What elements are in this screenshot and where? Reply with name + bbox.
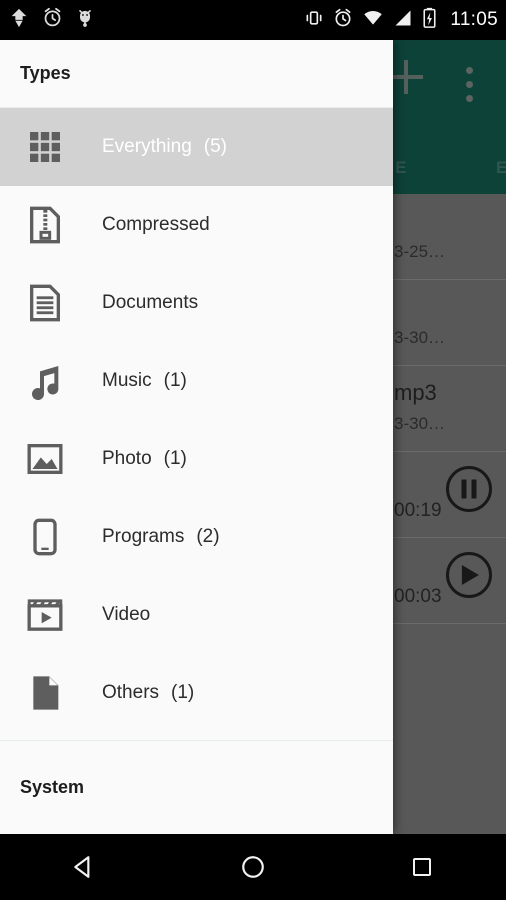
status-bar-clock: 11:05 (450, 9, 498, 30)
drawer-item-count: (1) (163, 370, 187, 391)
drawer-item-label: Others (102, 682, 160, 703)
drawer-item-count: (5) (203, 136, 228, 157)
drawer-item-count: (1) (163, 448, 187, 469)
drawer-header: Types (0, 40, 393, 108)
back-triangle-icon (74, 856, 90, 878)
drawer-item-count: (2) (196, 526, 220, 547)
drawer-item-programs[interactable]: Programs (2) (0, 498, 393, 576)
alarm-clock-icon (42, 7, 63, 33)
list-item-subtitle: 3-30… (394, 328, 446, 347)
drawer-item-label: Music (102, 370, 152, 391)
clapperboard-icon (22, 592, 68, 638)
photo-icon (22, 436, 68, 482)
add-icon[interactable] (389, 60, 423, 94)
battery-charging-icon (422, 7, 437, 33)
android-navigation-bar (0, 834, 506, 900)
pause-icon (461, 479, 477, 499)
file-icon (22, 670, 68, 716)
play-icon (461, 565, 479, 585)
drawer-item-label: Programs (102, 526, 185, 547)
drawer-item-documents[interactable]: Documents (0, 264, 393, 342)
drawer-footer[interactable]: System (0, 740, 393, 834)
pause-button[interactable] (446, 466, 492, 512)
drawer-item-list: Everything (5) Compressed Documents Musi… (0, 108, 393, 740)
zip-file-icon (22, 202, 68, 248)
list-item-title: mp3 (394, 380, 437, 405)
drawer-item-label: Photo (102, 448, 152, 469)
vibrate-icon (304, 8, 324, 33)
android-debug-icon (75, 7, 95, 33)
drawer-system-label: System (20, 777, 85, 797)
drawer-item-music[interactable]: Music (1) (0, 342, 393, 420)
wifi-icon (362, 8, 384, 33)
home-circle-icon (242, 856, 264, 878)
document-icon (22, 280, 68, 326)
list-item-duration: 00:03 (394, 586, 442, 607)
drawer-title: Types (20, 63, 71, 83)
drawer-item-compressed[interactable]: Compressed (0, 186, 393, 264)
status-bar-right-icons: 11:05 (304, 7, 498, 33)
drawer-item-label: Documents (102, 292, 199, 313)
status-bar-left-icons (8, 7, 95, 34)
drawer-item-others[interactable]: Others (1) (0, 654, 393, 732)
list-item-duration: 00:19 (394, 500, 442, 521)
cell-signal-icon (393, 8, 413, 33)
play-button[interactable] (446, 552, 492, 598)
status-bar: 11:05 (0, 0, 506, 40)
list-item-subtitle: 3-25… (394, 242, 446, 261)
phone-screen: 11:05 ONE E 3-25… 3-30… mp3 3- (0, 0, 506, 900)
drawer-item-count: (1) (171, 682, 195, 703)
phone-icon (22, 514, 68, 560)
music-note-icon (22, 358, 68, 404)
alarm-clock-icon (333, 8, 353, 33)
grid-icon (22, 124, 68, 170)
download-icon (8, 7, 30, 34)
list-item-subtitle: 3-30… (394, 414, 446, 433)
back-button[interactable] (44, 834, 124, 900)
drawer-item-photo[interactable]: Photo (1) (0, 420, 393, 498)
home-button[interactable] (213, 834, 293, 900)
drawer-item-label: Video (102, 604, 151, 625)
drawer-item-everything[interactable]: Everything (5) (0, 108, 393, 186)
drawer-item-label: Compressed (102, 214, 210, 235)
navigation-drawer: Types Everything (5) Compressed Document… (0, 40, 393, 834)
drawer-item-video[interactable]: Video (0, 576, 393, 654)
drawer-item-label: Everything (102, 136, 192, 157)
recents-square-icon (412, 858, 431, 876)
recents-button[interactable] (382, 834, 462, 900)
overflow-menu-icon[interactable] (466, 67, 473, 102)
tab-second[interactable]: E (496, 158, 506, 178)
